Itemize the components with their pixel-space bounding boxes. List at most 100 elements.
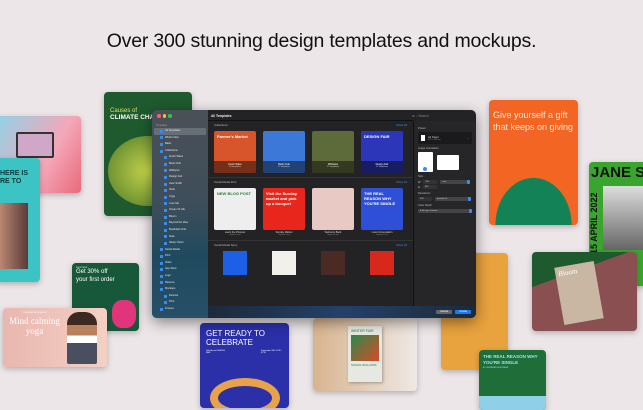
sidebar-item[interactable]: Print: [154, 253, 206, 260]
sidebar-item[interactable]: Nola: [154, 234, 206, 241]
orientation-label: Image Orientation: [418, 147, 439, 150]
create-button[interactable]: Create: [455, 310, 471, 314]
folder-icon: [160, 281, 163, 285]
sidebar-item-label: Resume: [165, 280, 175, 284]
card-title: THE REAL REASON WHY YOU'RE SINGLE: [483, 354, 538, 365]
headline: Over 300 stunning design templates and m…: [106, 30, 537, 52]
sidebar-item[interactable]: Social Media: [154, 247, 206, 254]
sidebar-item-label: Love Me: [169, 201, 179, 205]
sidebar-item[interactable]: Wildspire: [154, 168, 206, 175]
sidebar-item-label: Bloom: [169, 214, 177, 218]
sidebar-item-label: Nola: [169, 234, 175, 238]
sidebar-item-label: Frames: [165, 307, 174, 311]
show-all-link[interactable]: Show All: [396, 123, 407, 127]
unit-select[interactable]: mm: [440, 180, 471, 184]
sidebar-item-label: Print: [165, 254, 171, 258]
sidebar-item[interactable]: Resume: [154, 280, 206, 287]
resolution-field[interactable]: 300: [418, 197, 432, 201]
width-field[interactable]: 595: [423, 180, 438, 184]
template-tile[interactable]: Wildspire 17 templates: [312, 131, 354, 173]
folder-icon: [160, 261, 163, 265]
resolution-label: Resolution: [418, 192, 431, 195]
card-title: GET READY TO CELEBRATE: [206, 329, 265, 347]
sidebar-item[interactable]: Yoga: [154, 194, 206, 201]
close-button[interactable]: [157, 114, 161, 118]
sidebar-item[interactable]: What's New: [154, 135, 206, 142]
folder-icon: [160, 129, 163, 133]
sidebar-item[interactable]: Mockups: [154, 286, 206, 293]
sidebar-item[interactable]: Logo: [154, 273, 206, 280]
folder-icon: [164, 162, 167, 166]
preset-select[interactable]: A4 Paper 595 × 842 mm ⌄: [418, 132, 472, 144]
story-row: [208, 249, 413, 277]
sidebar-item[interactable]: Bloom: [154, 214, 206, 221]
sidebar-item[interactable]: All Templates: [154, 128, 206, 135]
sidebar-item[interactable]: App Store: [154, 266, 206, 273]
show-all-link[interactable]: Show All: [396, 243, 407, 247]
bloom-card: Bloom: [532, 252, 637, 331]
sidebar-item[interactable]: Collections: [154, 148, 206, 155]
sidebar-item[interactable]: Design Fair: [154, 174, 206, 181]
resolution-unit-select[interactable]: pixels/inch: [435, 197, 471, 201]
sidebar-item[interactable]: Viola: [154, 187, 206, 194]
yoga-person: [67, 312, 97, 364]
sidebar-item-label: Yoga: [169, 194, 175, 198]
photo: [479, 396, 546, 410]
sidebar-item[interactable]: Devices: [154, 293, 206, 300]
story-thumb[interactable]: [223, 251, 247, 275]
sidebar-item[interactable]: Beyond the Idea: [154, 220, 206, 227]
template-type: Square Post: [229, 234, 241, 236]
show-all-link[interactable]: Show All: [396, 180, 407, 184]
template-tile[interactable]: Visit the Sunday market and pick up a bo…: [263, 188, 305, 236]
cancel-button[interactable]: Cancel: [436, 310, 453, 314]
story-thumb[interactable]: [321, 251, 345, 275]
celebrate-card: GET READY TO CELEBRATE 10th Annual DESIG…: [200, 323, 289, 408]
sidebar-item[interactable]: Frames: [154, 306, 206, 313]
folder-icon: [160, 274, 163, 278]
template-tile[interactable]: DESIGN FAIR Design Fair 17 templates: [361, 131, 403, 173]
story-thumb[interactable]: [272, 251, 296, 275]
sidebar-item-label: Social Media: [165, 247, 180, 251]
template-tile[interactable]: NEW BLOG POST Learn the Process Square Pos…: [214, 188, 256, 236]
folder-icon: [160, 268, 163, 272]
color-depth-select[interactable]: 8 bits per channel: [418, 209, 472, 213]
sidebar-item[interactable]: Breakfast Club: [154, 227, 206, 234]
folder-icon: [164, 182, 167, 186]
folder-icon: [164, 301, 167, 305]
collection-caption: Wildspire 17 templates: [312, 161, 354, 173]
sidebar-item[interactable]: Sharp Vision: [154, 240, 206, 247]
sidebar-item[interactable]: Fresh Takes: [154, 154, 206, 161]
landscape-option[interactable]: [437, 154, 459, 170]
checkmark-icon: [423, 167, 427, 171]
search-field[interactable]: ⚙ ⌕ Search: [412, 114, 468, 118]
sidebar-item[interactable]: Basic: [154, 141, 206, 148]
card-left: 10th Annual DESIGN FAIR: [206, 350, 225, 354]
template-tile[interactable]: Welcome Back Square Post: [312, 188, 354, 236]
template-tile[interactable]: THE REAL REASON WHY YOU'RE SINGLE Love Co…: [361, 188, 403, 236]
sidebar-item[interactable]: Book Club: [154, 161, 206, 168]
height-field[interactable]: 842: [422, 185, 437, 189]
window-controls: [157, 114, 172, 118]
section-title: Collections: [214, 123, 228, 127]
card-title: Bloom: [557, 267, 578, 279]
template-tile[interactable]: Book Club 17 templates: [263, 131, 305, 173]
card-sub: A CONVERSATION BETWEEN: [483, 367, 509, 369]
folder-icon: [160, 248, 163, 252]
sidebar-item[interactable]: Love Me: [154, 201, 206, 208]
template-tile[interactable]: Farmer's Market Fresh Takes 58 templates: [214, 131, 256, 173]
sidebar-item[interactable]: Ocean Of Life: [154, 207, 206, 214]
sidebar-item-label: Fresh Takes: [169, 155, 184, 159]
portrait-option[interactable]: [418, 152, 433, 172]
sidebar-item-label: App Store: [165, 267, 177, 271]
sidebar-item[interactable]: Video: [154, 260, 206, 267]
window-title: All Templates: [211, 113, 232, 118]
footer-bar: Cancel Create: [208, 306, 476, 318]
story-thumb[interactable]: [370, 251, 394, 275]
card-title: WINTER FAIR: [351, 329, 374, 333]
card-right: September 20th 1 PM – 8 PM: [261, 350, 283, 354]
collection-caption: Fresh Takes 58 templates: [214, 161, 256, 173]
sidebar-item[interactable]: Jane Smith: [154, 181, 206, 188]
minimize-button[interactable]: [162, 114, 166, 118]
zoom-button[interactable]: [168, 114, 172, 118]
sidebar-item[interactable]: Print: [154, 299, 206, 306]
